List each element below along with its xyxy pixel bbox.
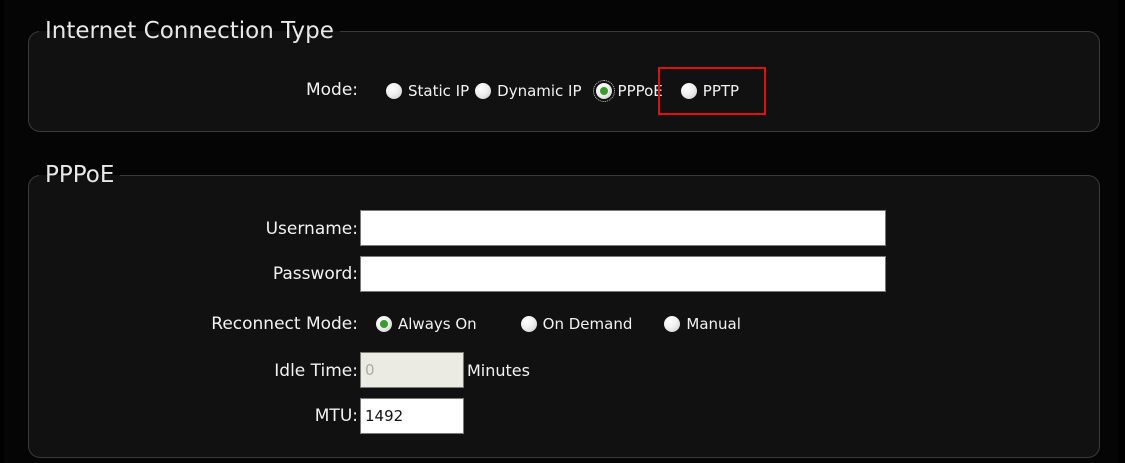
- reconnect-on-demand-radio[interactable]: On Demand: [520, 315, 633, 333]
- internet-connection-type-section: Internet Connection Type: [28, 18, 1100, 132]
- mode-dynamic-ip-radio[interactable]: Dynamic IP: [475, 82, 582, 100]
- reconnect-mode-radio-group: Always On On Demand Manual: [376, 309, 741, 339]
- radio-label: Dynamic IP: [497, 82, 582, 100]
- idle-time-input[interactable]: [360, 352, 464, 388]
- settings-panel: Internet Connection Type Mode: Static IP…: [4, 0, 1118, 463]
- mtu-label: MTU:: [314, 406, 358, 426]
- radio-icon: [664, 316, 681, 332]
- radio-icon: [475, 83, 492, 99]
- reconnect-always-on-radio[interactable]: Always On: [376, 315, 477, 333]
- mode-pppoe-radio[interactable]: PPPoE: [592, 80, 663, 102]
- section-title: Internet Connection Type: [45, 18, 334, 44]
- username-label: Username:: [265, 219, 358, 239]
- radio-selected-icon: [376, 316, 392, 332]
- mtu-input[interactable]: [360, 398, 464, 434]
- password-input[interactable]: [360, 256, 886, 292]
- radio-label: PPPoE: [617, 82, 663, 100]
- radio-label: Static IP: [408, 82, 470, 100]
- mode-label: Mode:: [305, 80, 358, 100]
- reconnect-manual-radio[interactable]: Manual: [664, 315, 741, 333]
- radio-icon: [386, 83, 402, 99]
- username-input[interactable]: [360, 210, 886, 246]
- radio-icon: [520, 316, 537, 332]
- password-label: Password:: [272, 264, 358, 284]
- reconnect-mode-label: Reconnect Mode:: [211, 314, 358, 334]
- idle-time-unit: Minutes: [467, 361, 530, 380]
- radio-label: Always On: [398, 315, 477, 333]
- radio-label: Manual: [686, 315, 741, 333]
- section-title: PPPoE: [45, 162, 115, 188]
- idle-time-label: Idle Time:: [274, 361, 358, 381]
- radio-selected-icon: [592, 80, 615, 102]
- pppoe-highlight-box: [658, 67, 766, 115]
- radio-label: On Demand: [542, 315, 633, 333]
- mode-static-ip-radio[interactable]: Static IP: [386, 82, 469, 100]
